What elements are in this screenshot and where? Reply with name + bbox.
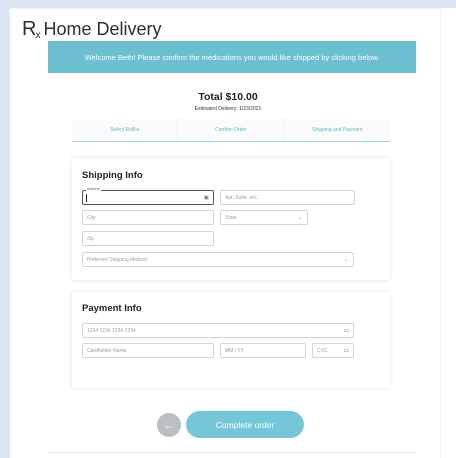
city-placeholder: City: [87, 214, 96, 221]
complete-order-label: Complete order: [215, 419, 275, 430]
arrow-left-icon: ←: [163, 418, 175, 432]
expiry-placeholder: MM / YY: [225, 347, 245, 354]
window-top-border: [0, 0, 456, 8]
estimated-delivery: Estimated Delivery: 1/23/2021: [194, 106, 262, 112]
apt-suite-field[interactable]: Apt, Suite, etc...: [220, 190, 355, 205]
card-number-placeholder: 1234 1234 1234 1234: [87, 327, 136, 334]
cardholder-name-field[interactable]: Cardholder Name: [82, 343, 214, 358]
welcome-text: Welcome Beth! Please confirm the medicat…: [84, 52, 380, 62]
city-field[interactable]: City: [82, 210, 214, 225]
state-select[interactable]: State ⌄: [220, 210, 308, 225]
credit-card-icon: ▭: [343, 348, 349, 354]
zip-placeholder: Zip: [87, 235, 94, 242]
shipping-method-select[interactable]: Preferred Shipping Method ⌄: [82, 252, 354, 267]
cardholder-name-placeholder: Cardholder Name: [87, 347, 127, 354]
shipping-info-card: Shipping Info Address ▣ Apt, Suite, etc.…: [72, 158, 390, 280]
payment-info-card: Payment Info 1234 1234 1234 1234 ▭ Cardh…: [72, 292, 390, 388]
step-select-refills[interactable]: Select Refills: [72, 119, 179, 141]
state-placeholder: State: [225, 214, 237, 221]
chevron-down-icon: ⌄: [343, 257, 348, 263]
card-number-field[interactable]: 1234 1234 1234 1234 ▭: [82, 323, 354, 338]
window-left-border: [0, 0, 10, 458]
payment-info-title: Payment Info: [82, 303, 142, 314]
complete-order-button[interactable]: Complete order: [186, 411, 304, 438]
footer-divider: [48, 452, 416, 453]
brand-name: Home Delivery: [43, 19, 162, 39]
expiry-field[interactable]: MM / YY: [220, 343, 306, 358]
zip-field[interactable]: Zip: [82, 231, 214, 246]
address-book-icon[interactable]: ▣: [204, 194, 209, 202]
back-button[interactable]: ←: [157, 413, 181, 437]
content-right-border: [440, 8, 441, 458]
cvc-placeholder: CVC: [317, 347, 328, 354]
address-field[interactable]: Address ▣: [82, 187, 214, 205]
content-top-border: [10, 8, 440, 9]
chevron-down-icon: ⌄: [297, 215, 302, 221]
shipping-method-placeholder: Preferred Shipping Method: [87, 256, 147, 263]
shipping-info-title: Shipping Info: [82, 170, 143, 181]
welcome-banner: Welcome Beth! Please confirm the medicat…: [48, 41, 416, 73]
address-label: Address: [86, 187, 101, 192]
checkout-steps: Select Refills Confirm Order Shipping an…: [72, 119, 390, 142]
rx-logo-icon: Rx: [22, 18, 40, 41]
step-confirm-order[interactable]: Confirm Order: [178, 119, 285, 141]
apt-suite-placeholder: Apt, Suite, etc...: [225, 194, 261, 201]
order-total: Total $10.00: [198, 91, 258, 103]
credit-card-icon: ▭: [343, 328, 349, 334]
brand-logo: Rx Home Delivery: [22, 18, 161, 41]
step-shipping-payment[interactable]: Shipping and Payment: [285, 119, 390, 141]
text-cursor: [86, 194, 87, 202]
cvc-field[interactable]: CVC ▭: [312, 343, 354, 358]
